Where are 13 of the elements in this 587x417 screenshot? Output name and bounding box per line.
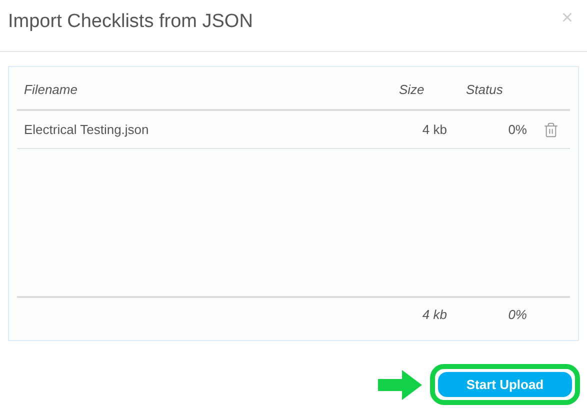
filename-cell-text: Electrical Testing.json xyxy=(23,120,150,139)
dialog-title: Import Checklists from JSON xyxy=(8,10,253,34)
status-cell-text: 0% xyxy=(507,120,527,139)
total-size: 4 kb xyxy=(421,306,447,324)
total-status: 0% xyxy=(507,306,527,324)
delete-icon[interactable] xyxy=(543,122,559,138)
column-header: Filename xyxy=(23,81,78,100)
size-cell-text: 4 kb xyxy=(421,120,447,139)
start-upload-button[interactable]: Start Upload xyxy=(438,372,572,397)
close-button[interactable]: × xyxy=(561,8,573,28)
column-header: Size xyxy=(399,81,426,100)
arrow-icon xyxy=(378,370,422,400)
column-header: Status xyxy=(466,81,503,100)
